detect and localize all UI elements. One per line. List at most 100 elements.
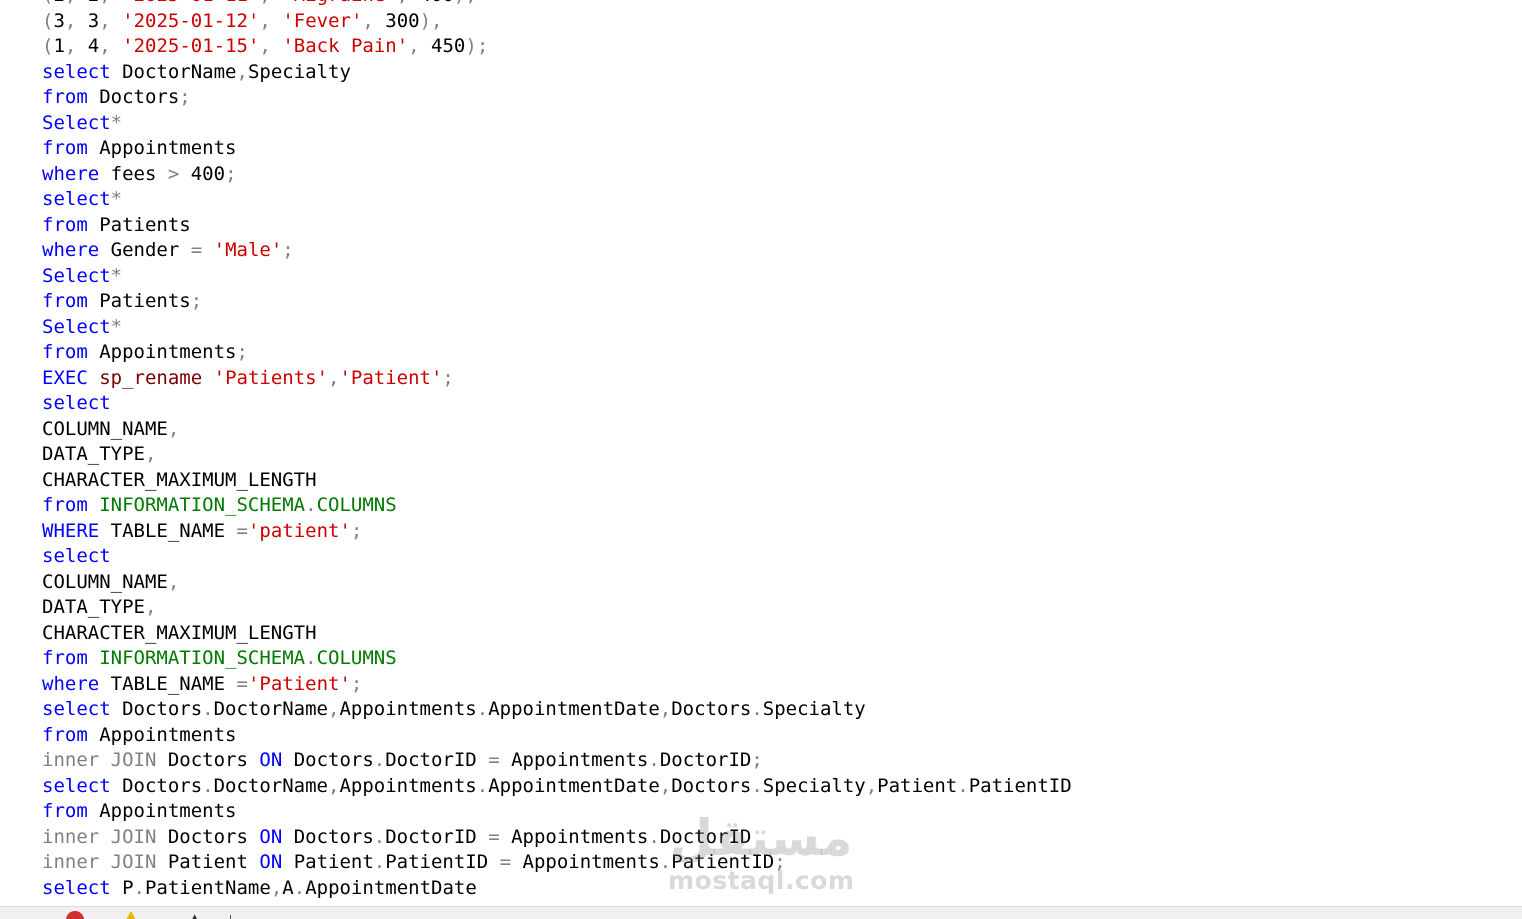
code-line[interactable]: DATA_TYPE, bbox=[42, 442, 1072, 468]
code-line[interactable]: select Doctors.DoctorName,Appointments.A… bbox=[42, 697, 1072, 723]
identifier-token: PatientID bbox=[385, 851, 500, 873]
code-line[interactable]: from Appointments bbox=[42, 136, 1072, 162]
system-object-token: COLUMNS bbox=[316, 647, 397, 669]
code-line[interactable]: COLUMN_NAME, bbox=[42, 570, 1072, 596]
code-line[interactable]: CHARACTER_MAXIMUM_LENGTH bbox=[42, 621, 1072, 647]
operator-token: = bbox=[488, 825, 500, 848]
code-line[interactable]: (1, 4, '2025-01-15', 'Back Pain', 450); bbox=[42, 34, 1072, 60]
code-line[interactable]: where TABLE_NAME ='Patient'; bbox=[42, 672, 1072, 698]
identifier-token: Appointments bbox=[499, 749, 649, 771]
code-line[interactable]: from Appointments bbox=[42, 723, 1072, 749]
operator-token: . bbox=[751, 774, 763, 797]
string-literal-token: '2025-01-11' bbox=[122, 0, 259, 6]
code-line[interactable]: select P.PatientName,A.AppointmentDate bbox=[42, 876, 1072, 902]
identifier-token: Appointments bbox=[87, 137, 237, 159]
operator-token: = bbox=[488, 749, 500, 771]
code-line[interactable]: where fees > 400; bbox=[42, 162, 1072, 188]
operator-token: > bbox=[167, 162, 180, 185]
code-line[interactable]: from Doctors; bbox=[42, 85, 1072, 111]
sql-query-editor[interactable]: (2, 2, '2025-01-11', 'Migraine', 400),(3… bbox=[0, 0, 1522, 906]
number-token: 3 bbox=[53, 9, 65, 32]
code-line[interactable]: select Doctors.DoctorName,Appointments.A… bbox=[42, 774, 1072, 800]
code-line[interactable]: from INFORMATION_SCHEMA.COLUMNS bbox=[42, 493, 1072, 519]
number-token: 2 bbox=[88, 0, 99, 6]
identifier-token bbox=[99, 851, 110, 873]
keyword-token: from bbox=[42, 341, 88, 363]
keyword-token: select bbox=[42, 698, 111, 720]
string-literal-token: '2025-01-12' bbox=[122, 9, 260, 32]
identifier-token: P bbox=[110, 876, 134, 899]
operator-token: JOIN bbox=[110, 851, 157, 873]
keyword-token: select bbox=[42, 545, 111, 567]
operator-token: , bbox=[259, 9, 283, 32]
code-line[interactable]: WHERE TABLE_NAME ='patient'; bbox=[42, 519, 1072, 545]
string-literal-token: 'Patient' bbox=[247, 672, 351, 695]
code-line[interactable]: Select* bbox=[42, 315, 1072, 341]
identifier-token: Appointments bbox=[511, 851, 660, 873]
operator-token: * bbox=[110, 188, 123, 210]
operator-token: . bbox=[133, 876, 145, 899]
identifier-token: DATA_TYPE bbox=[42, 596, 145, 618]
code-line[interactable]: from Appointments; bbox=[42, 340, 1072, 366]
operator-token: ; bbox=[442, 366, 454, 389]
code-line[interactable]: COLUMN_NAME, bbox=[42, 417, 1072, 443]
code-line[interactable]: select bbox=[42, 391, 1072, 417]
operator-token: , bbox=[659, 774, 672, 797]
string-literal-token: 'Back Pain' bbox=[282, 35, 409, 57]
code-line[interactable]: from INFORMATION_SCHEMA.COLUMNS bbox=[42, 646, 1072, 672]
code-line[interactable]: Select* bbox=[42, 111, 1072, 137]
identifier-token: Patient bbox=[156, 851, 260, 873]
code-line[interactable]: inner JOIN Doctors ON Doctors.DoctorID =… bbox=[42, 748, 1072, 774]
identifier-token: Patient bbox=[877, 774, 958, 797]
string-literal-token: 'Patient' bbox=[339, 366, 443, 389]
code-line[interactable]: Select* bbox=[42, 264, 1072, 290]
code-line[interactable]: from Patients bbox=[42, 213, 1072, 239]
identifier-token: DoctorName bbox=[110, 60, 237, 83]
code-line[interactable]: EXEC sp_rename 'Patients','Patient'; bbox=[42, 366, 1072, 392]
operator-token: . bbox=[648, 825, 660, 848]
operator-token: JOIN bbox=[110, 749, 157, 771]
operator-token: inner bbox=[42, 825, 100, 848]
keyword-token: WHERE bbox=[42, 519, 100, 542]
code-line[interactable]: from Appointments bbox=[42, 799, 1072, 825]
identifier-token: DoctorID bbox=[385, 749, 489, 771]
code-line[interactable]: from Patients; bbox=[42, 289, 1072, 315]
code-line[interactable]: (2, 2, '2025-01-11', 'Migraine', 400), bbox=[42, 0, 1072, 9]
operator-token: ; bbox=[179, 86, 191, 108]
keyword-token: ON bbox=[259, 851, 283, 873]
code-line[interactable]: inner JOIN Patient ON Patient.PatientID … bbox=[42, 850, 1072, 876]
keyword-token: from bbox=[42, 213, 88, 236]
code-line[interactable]: select DoctorName,Specialty bbox=[42, 60, 1072, 86]
identifier-token: Doctors bbox=[156, 825, 260, 848]
identifier-token: DoctorID bbox=[385, 825, 489, 848]
function-token: sp_rename bbox=[99, 366, 203, 389]
keyword-token: from bbox=[42, 137, 88, 159]
code-line[interactable]: select bbox=[42, 544, 1072, 570]
operator-token: ; bbox=[350, 672, 363, 695]
operator-token: ( bbox=[42, 9, 54, 32]
operator-token: ; bbox=[350, 519, 363, 542]
identifier-token: Doctors bbox=[110, 774, 203, 797]
identifier-token: Doctors bbox=[671, 698, 752, 720]
identifier-token bbox=[88, 367, 99, 389]
code-line[interactable]: CHARACTER_MAXIMUM_LENGTH bbox=[42, 468, 1072, 494]
keyword-token: select bbox=[42, 60, 111, 83]
string-literal-token: 'Migraine' bbox=[282, 0, 396, 6]
operator-token: . bbox=[476, 698, 489, 720]
code-line[interactable]: select* bbox=[42, 187, 1072, 213]
code-content[interactable]: (2, 2, '2025-01-11', 'Migraine', 400),(3… bbox=[42, 0, 1072, 901]
keyword-token: Select bbox=[42, 315, 111, 338]
operator-token: ( bbox=[42, 0, 53, 6]
code-line[interactable]: where Gender = 'Male'; bbox=[42, 238, 1072, 264]
code-line[interactable]: inner JOIN Doctors ON Doctors.DoctorID =… bbox=[42, 825, 1072, 851]
identifier-token: Gender bbox=[99, 239, 191, 261]
operator-token: . bbox=[373, 749, 386, 771]
identifier-token: Doctors bbox=[87, 86, 180, 108]
operator-token: , bbox=[259, 35, 283, 57]
keyword-token: select bbox=[42, 876, 111, 899]
code-line[interactable]: (3, 3, '2025-01-12', 'Fever', 300), bbox=[42, 9, 1072, 35]
operator-token: . bbox=[648, 749, 660, 771]
identifier-token: Doctors bbox=[282, 825, 374, 848]
code-line[interactable]: DATA_TYPE, bbox=[42, 595, 1072, 621]
identifier-token: DoctorName bbox=[213, 698, 328, 720]
